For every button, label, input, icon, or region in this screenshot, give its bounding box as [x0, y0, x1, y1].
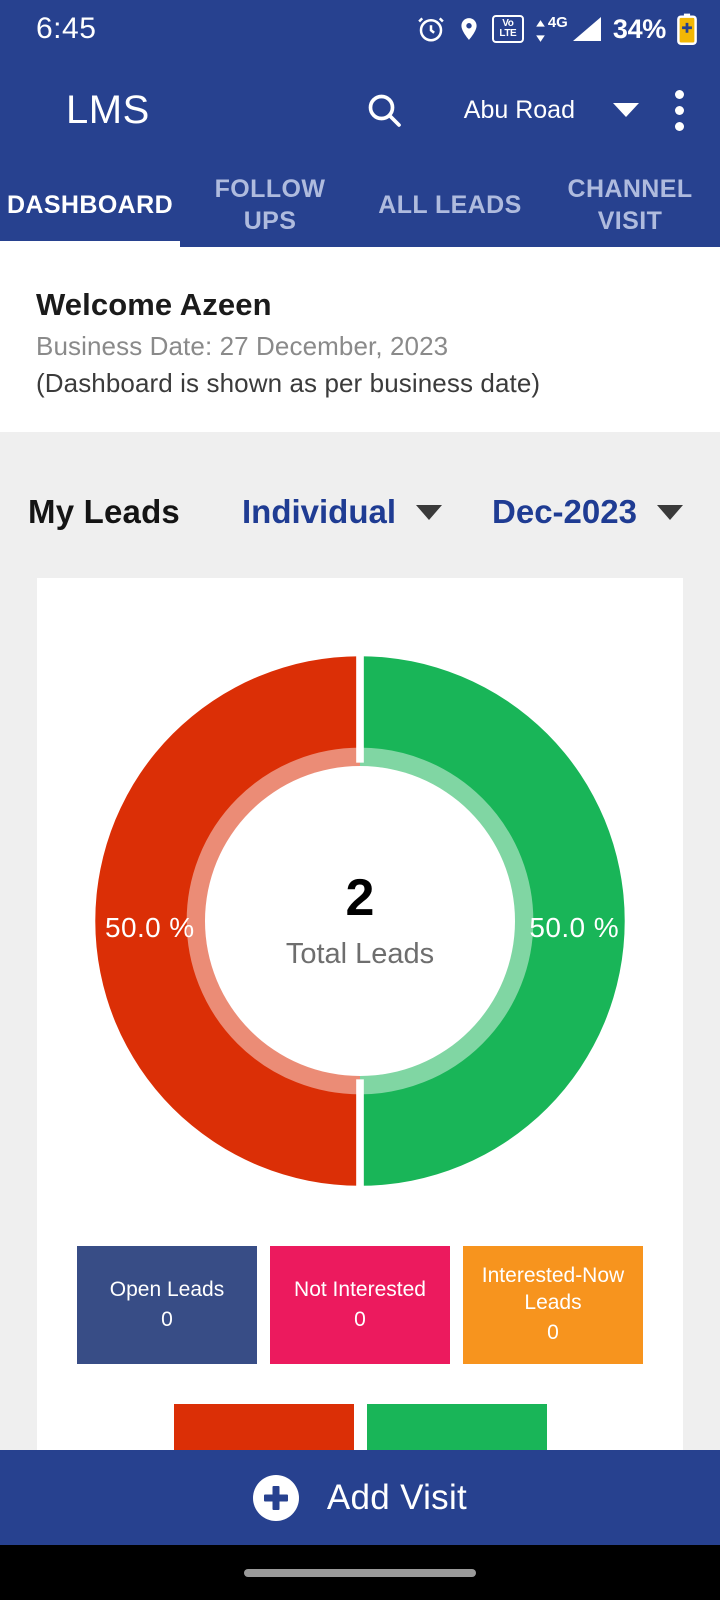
search-icon[interactable]	[348, 90, 420, 130]
tab-dashboard[interactable]: DASHBOARD	[0, 162, 180, 247]
tab-all-leads[interactable]: ALL LEADS	[360, 162, 540, 247]
slice-percent-right: 50.0 %	[529, 912, 619, 943]
add-visit-label: Add Visit	[326, 1477, 468, 1517]
lead-type-dropdown[interactable]: Individual	[242, 493, 443, 531]
legend-card-interested-now-leads[interactable]: Interested-Now Leads 0	[463, 1246, 643, 1364]
tab-follow-ups[interactable]: FOLLOW UPS	[180, 162, 360, 247]
tab-bar: DASHBOARD FOLLOW UPS ALL LEADS CHANNEL V…	[0, 162, 720, 247]
legend-card-value: 0	[161, 1307, 173, 1331]
slice-percent-left: 50.0 %	[105, 912, 195, 943]
tab-channel-visit[interactable]: CHANNEL VISIT	[540, 162, 720, 247]
lead-type-value: Individual	[242, 493, 397, 530]
volte-icon: Vo LTE	[491, 15, 524, 43]
legend-card-label: Not Interested	[294, 1277, 426, 1301]
battery-percent-label: 34%	[612, 13, 666, 44]
app-bar: LMS Abu Road	[0, 58, 720, 162]
chevron-down-icon	[656, 504, 683, 520]
welcome-title: Welcome Azeen	[36, 287, 272, 322]
total-leads-value: 2	[345, 868, 375, 927]
legend-card-value: 0	[547, 1320, 559, 1344]
legend-row-primary: Open Leads 0 Not Interested 0 Interested…	[37, 1246, 683, 1364]
location-selector-label[interactable]: Abu Road	[420, 96, 575, 125]
my-leads-title: My Leads	[28, 493, 180, 530]
system-navigation-bar	[0, 1545, 720, 1600]
legend-card-label: Open Leads	[109, 1277, 225, 1301]
period-dropdown[interactable]: Dec-2023	[492, 493, 683, 531]
legend-card-not-interested[interactable]: Not Interested 0	[270, 1246, 450, 1364]
home-indicator[interactable]	[244, 1568, 476, 1577]
signal-icon: 4G	[534, 14, 603, 44]
donut-center: 2 Total Leads	[205, 766, 515, 1076]
network-type-label: 4G	[547, 14, 568, 31]
phone-screen: 6:45 Vo LTE 4G 34% LMS Abu Road DASHBOAR…	[0, 0, 720, 1600]
alarm-icon	[416, 14, 446, 44]
business-date-label: Business Date: 27 December, 2023	[36, 331, 449, 361]
period-value: Dec-2023	[492, 493, 637, 530]
more-vertical-icon[interactable]	[669, 89, 700, 131]
chevron-down-icon	[416, 504, 443, 520]
plus-circle-icon	[252, 1474, 299, 1521]
chevron-down-icon[interactable]	[613, 103, 639, 117]
total-leads-label: Total Leads	[285, 937, 435, 970]
legend-card-open-leads[interactable]: Open Leads 0	[77, 1246, 257, 1364]
status-icons: Vo LTE 4G 34%	[416, 13, 698, 45]
app-bar-actions: Abu Road	[348, 89, 700, 131]
leads-chart-card: 2 Total Leads 50.0 % 50.0 % Open Leads 0…	[37, 578, 683, 1458]
app-title: LMS	[66, 87, 150, 132]
status-clock: 6:45	[36, 12, 97, 45]
status-bar: 6:45 Vo LTE 4G 34%	[0, 0, 720, 58]
legend-card-value: 0	[354, 1307, 366, 1331]
add-visit-button[interactable]: Add Visit	[0, 1450, 720, 1545]
battery-icon	[676, 13, 698, 45]
welcome-section: Welcome Azeen Business Date: 27 December…	[0, 247, 720, 432]
location-icon	[456, 14, 482, 44]
dashboard-note-label: (Dashboard is shown as per business date…	[36, 368, 541, 398]
filter-bar: My Leads Individual Dec-2023	[0, 432, 720, 592]
leads-donut-chart[interactable]: 2 Total Leads 50.0 % 50.0 %	[87, 648, 633, 1194]
legend-card-label: Interested-Now Leads	[481, 1264, 625, 1315]
